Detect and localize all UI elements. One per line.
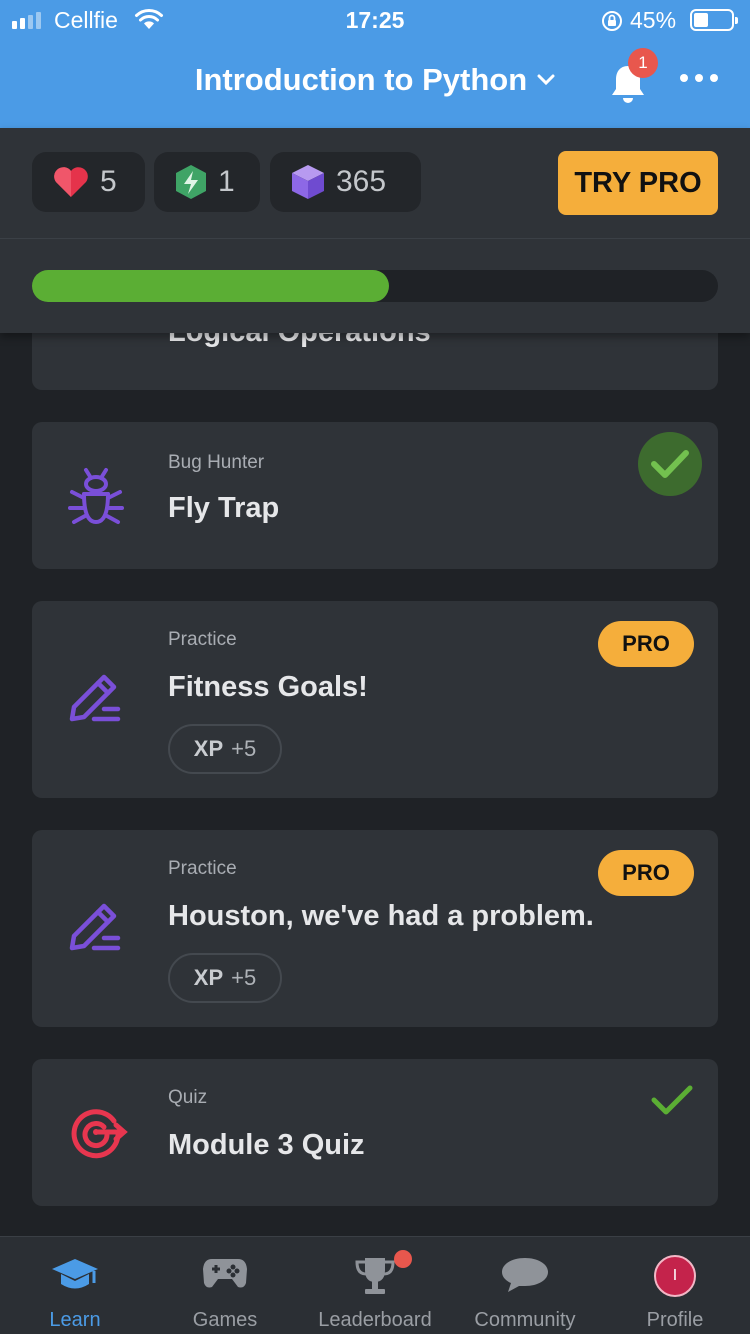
tab-profile[interactable]: I Profile (600, 1237, 750, 1334)
gems-counter[interactable]: 365 (270, 152, 421, 212)
checkmark-icon (651, 1085, 693, 1115)
lesson-type: Practice (168, 858, 237, 879)
bottom-tab-bar: Learn Games Leaderboard Community I Prof… (0, 1236, 750, 1334)
lesson-card-module-3-quiz[interactable]: Quiz Module 3 Quiz (32, 1059, 718, 1206)
tab-label: Leaderboard (318, 1309, 432, 1331)
lesson-name: Fly Trap (168, 492, 280, 524)
top-bar: Cellfie 17:25 45% Introduction to Python (0, 0, 750, 128)
pencil-icon (69, 903, 121, 951)
energy-bolt-icon (176, 165, 206, 199)
xp-value: +5 (231, 736, 257, 761)
bug-icon (68, 468, 124, 524)
heart-icon (54, 167, 88, 197)
status-bar: Cellfie 17:25 45% (0, 0, 750, 40)
lesson-name: Module 3 Quiz (168, 1129, 365, 1161)
pencil-icon (69, 674, 121, 722)
lesson-name: Fitness Goals! (168, 671, 368, 703)
xp-reward: XP +5 (168, 724, 282, 774)
completed-badge (638, 432, 702, 496)
tab-label: Community (474, 1309, 576, 1331)
lesson-card-fly-trap[interactable]: Bug Hunter Fly Trap (32, 422, 718, 569)
course-progress-fill (32, 270, 389, 302)
tab-label: Profile (646, 1309, 704, 1331)
gems-count: 365 (336, 165, 387, 198)
xp-value: +5 (231, 965, 257, 990)
lesson-card-fitness-goals[interactable]: Practice Fitness Goals! PRO XP +5 (32, 601, 718, 798)
course-progress-bar (32, 270, 718, 302)
avatar: I (654, 1255, 696, 1297)
trophy-icon (355, 1258, 395, 1294)
lesson-type: Quiz (168, 1087, 208, 1108)
more-options-icon[interactable] (680, 74, 718, 82)
tab-learn[interactable]: Learn (0, 1237, 150, 1334)
avatar-initial: I (672, 1267, 678, 1284)
divider (0, 238, 750, 239)
tab-community[interactable]: Community (450, 1237, 600, 1334)
xp-label: XP (193, 965, 224, 990)
xp-label: XP (193, 736, 224, 761)
lesson-card-houston[interactable]: Practice Houston, we've had a problem. P… (32, 830, 718, 1027)
orientation-lock-icon (602, 11, 622, 31)
battery-icon (690, 9, 738, 31)
lesson-type: Practice (168, 629, 237, 650)
chevron-down-icon (537, 74, 555, 86)
course-selector[interactable]: Introduction to Python (195, 62, 555, 98)
tab-games[interactable]: Games (150, 1237, 300, 1334)
pro-badge: PRO (598, 621, 694, 667)
try-pro-button[interactable]: TRY PRO (558, 151, 718, 215)
lesson-name: Houston, we've had a problem. (168, 900, 594, 932)
hearts-count: 5 (100, 165, 117, 198)
tab-label: Games (192, 1309, 258, 1331)
hearts-counter[interactable]: 5 (32, 152, 145, 212)
stats-bar: 5 1 365 TRY PRO (0, 128, 750, 333)
tab-leaderboard[interactable]: Leaderboard (300, 1237, 450, 1334)
checkmark-icon (651, 450, 689, 478)
leaderboard-notification-dot (394, 1250, 412, 1268)
graduation-cap-icon (52, 1259, 98, 1289)
tab-label: Learn (49, 1309, 101, 1331)
notification-badge: 1 (628, 48, 658, 78)
target-icon (71, 1109, 128, 1159)
energy-count: 1 (218, 165, 235, 198)
course-title: Introduction to Python (194, 62, 528, 97)
gamepad-icon (203, 1259, 247, 1288)
lesson-type: Bug Hunter (168, 452, 265, 473)
xp-reward: XP +5 (168, 953, 282, 1003)
chat-bubble-icon (502, 1258, 548, 1292)
pro-badge: PRO (598, 850, 694, 896)
battery-percentage: 45% (630, 7, 677, 33)
energy-counter[interactable]: 1 (154, 152, 260, 212)
gem-cube-icon (292, 165, 324, 199)
